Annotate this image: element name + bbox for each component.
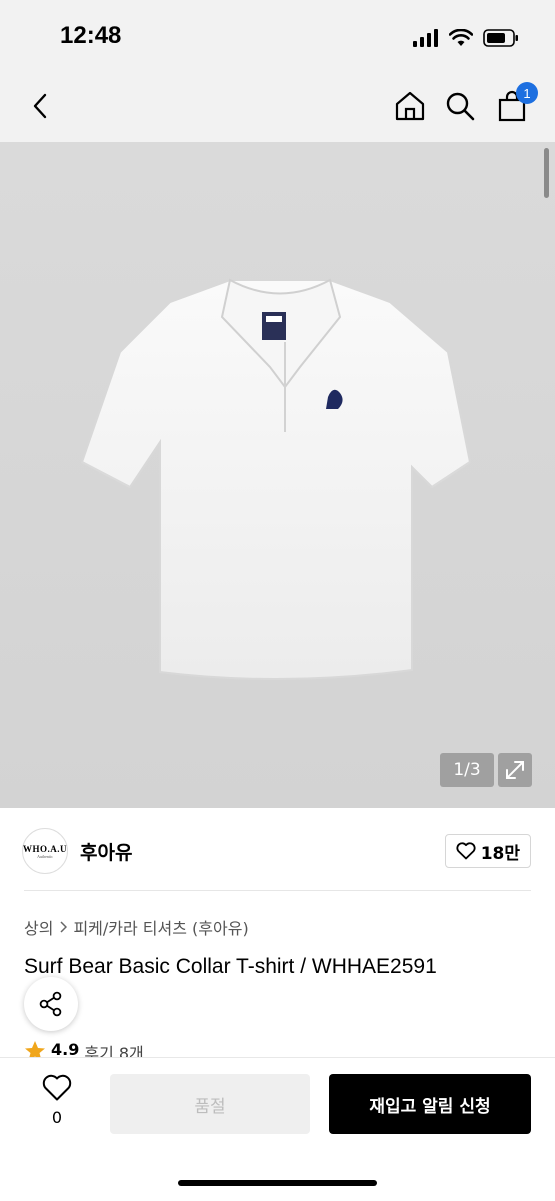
soldout-button: 품절 [110, 1074, 310, 1134]
battery-icon [483, 29, 518, 47]
status-icons [413, 26, 519, 50]
review-summary[interactable]: 4.9 후기 8개 [24, 1040, 144, 1058]
brand-logo[interactable]: WHO.A.U Authentic [22, 828, 68, 874]
breadcrumb: 상의 피케/카라 티셔츠 (후아유) [24, 915, 249, 939]
status-time: 12:48 [60, 22, 122, 49]
status-bar: 12:48 [0, 0, 555, 72]
search-button[interactable] [438, 84, 482, 128]
brand-logo-subtext: Authentic [37, 853, 53, 859]
home-icon [395, 91, 425, 121]
cart-button[interactable]: 1 [490, 82, 538, 128]
brand-like-count: 18만 [480, 843, 520, 864]
chevron-left-icon [33, 93, 47, 119]
cart-badge: 1 [516, 82, 538, 104]
brand-row: WHO.A.U Authentic 후아유 18만 [0, 808, 555, 892]
brand-logo-text: WHO.A.U [23, 843, 67, 854]
share-button[interactable] [24, 977, 78, 1031]
home-indicator [178, 1180, 377, 1186]
restock-alert-button[interactable]: 재입고 알림 신청 [329, 1074, 531, 1134]
product-image [80, 278, 472, 680]
page-scrollbar[interactable] [544, 148, 549, 198]
breadcrumb-item-subcategory[interactable]: 피케/카라 티셔츠 (후아유) [73, 915, 248, 939]
wishlist-button[interactable]: 0 [36, 1074, 78, 1127]
signal-icon [413, 29, 438, 47]
brand-name[interactable]: 후아유 [80, 838, 132, 865]
star-icon [25, 1041, 45, 1058]
divider [24, 890, 531, 891]
heart-icon [42, 1074, 72, 1101]
breadcrumb-item-category[interactable]: 상의 [24, 915, 53, 939]
search-icon [446, 92, 475, 121]
expand-icon [506, 761, 524, 779]
heart-icon [456, 842, 476, 860]
product-title: Surf Bear Basic Collar T-shirt / WHHAE25… [24, 955, 437, 978]
review-count: 후기 8개 [84, 1044, 144, 1058]
home-button[interactable] [388, 84, 432, 128]
chevron-right-icon [60, 921, 68, 933]
wishlist-count: 0 [51, 1108, 63, 1127]
expand-image-button[interactable] [498, 753, 532, 787]
share-icon [39, 991, 62, 1017]
rating-value: 4.9 [51, 1040, 80, 1058]
wifi-icon [449, 29, 473, 46]
product-image-gallery[interactable] [0, 142, 555, 808]
top-navigation: 1 [0, 72, 555, 142]
back-button[interactable] [18, 84, 62, 128]
brand-like-button[interactable]: 18만 [444, 834, 531, 868]
image-counter: 1/3 [440, 753, 494, 787]
